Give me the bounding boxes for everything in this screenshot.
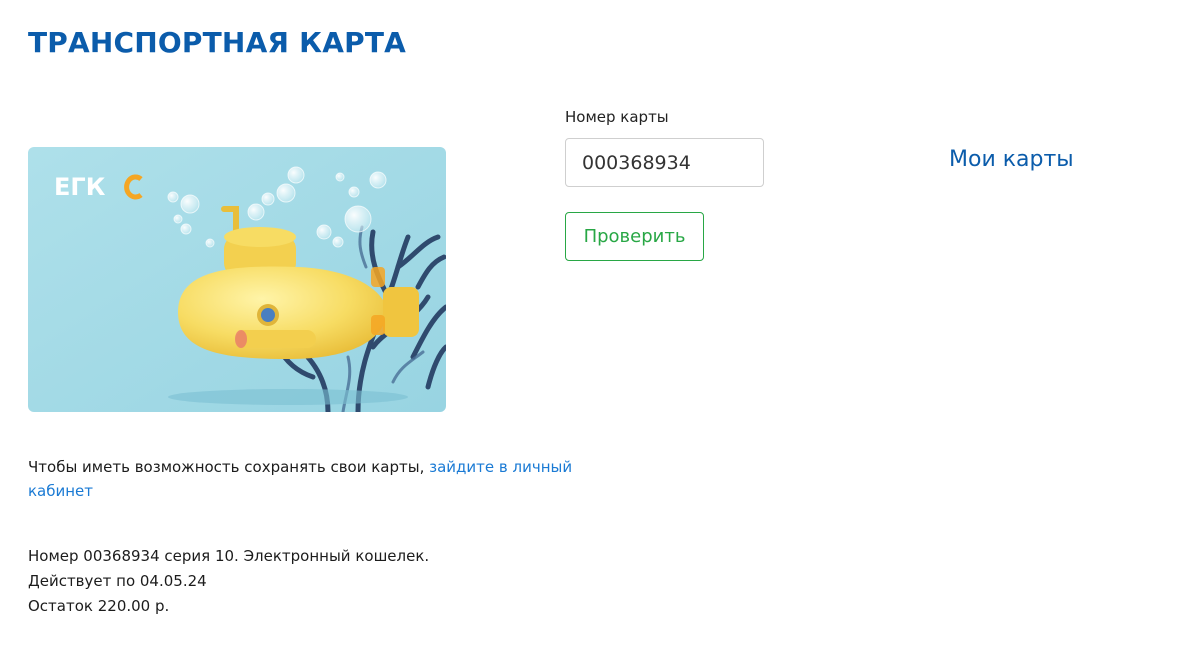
my-cards-link[interactable]: Мои карты bbox=[949, 147, 1074, 172]
login-note-text: Чтобы иметь возможность сохранять свои к… bbox=[28, 458, 430, 476]
transport-card-image: ЕГК bbox=[28, 147, 446, 412]
card-number-label: Номер карты bbox=[565, 108, 669, 126]
card-number-input[interactable] bbox=[565, 138, 764, 187]
page-title: ТРАНСПОРТНАЯ КАРТА bbox=[28, 26, 406, 59]
transport-card-page: ТРАНСПОРТНАЯ КАРТА ЕГК Номер карты 00036… bbox=[0, 0, 1200, 650]
card-info-balance: Остаток 220.00 р. bbox=[28, 597, 170, 615]
egks-logo: ЕГК bbox=[54, 173, 106, 201]
card-info-valid-until: Действует по 04.05.24 bbox=[28, 572, 207, 590]
check-button[interactable]: Проверить bbox=[565, 212, 704, 261]
card-info: Номер 00368934 серия 10. Электронный кош… bbox=[28, 544, 429, 619]
login-note: Чтобы иметь возможность сохранять свои к… bbox=[28, 455, 573, 503]
card-info-number: Номер 00368934 серия 10. Электронный кош… bbox=[28, 547, 430, 565]
